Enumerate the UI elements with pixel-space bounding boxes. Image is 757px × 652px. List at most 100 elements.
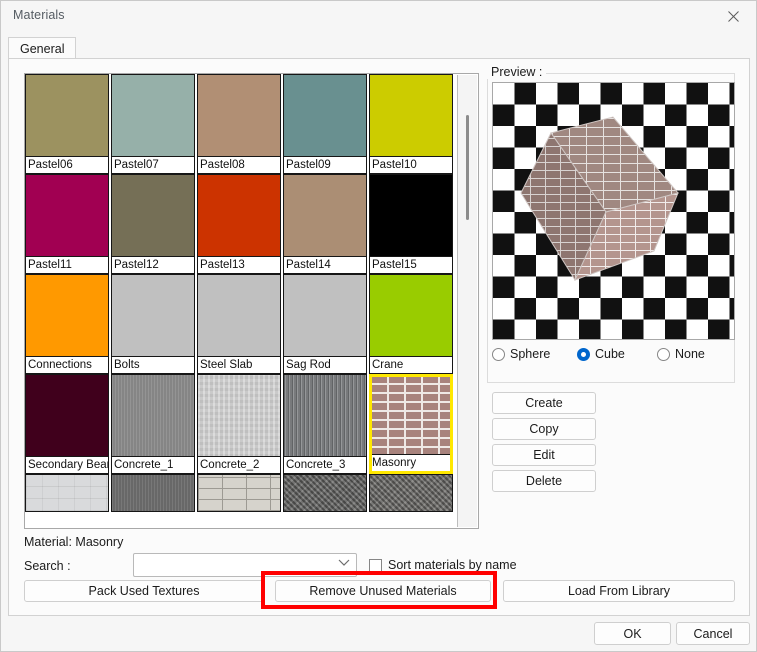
- material-tile[interactable]: Crane: [369, 274, 453, 374]
- material-tile[interactable]: Steel Slab: [197, 274, 281, 374]
- material-swatch: [112, 275, 194, 357]
- cancel-button[interactable]: Cancel: [676, 622, 750, 645]
- chevron-down-icon[interactable]: [338, 558, 350, 570]
- material-swatch: [284, 275, 366, 357]
- pack-used-textures-label: Pack Used Textures: [89, 584, 200, 598]
- material-swatch: [26, 75, 108, 157]
- preview-canvas: [492, 82, 735, 340]
- material-tile[interactable]: Concrete_2: [197, 374, 281, 474]
- load-from-library-button[interactable]: Load From Library: [503, 580, 735, 602]
- material-tile-label: Masonry: [370, 454, 452, 471]
- radio-cube[interactable]: Cube: [577, 347, 625, 361]
- material-swatch: [284, 75, 366, 157]
- delete-button[interactable]: Delete: [492, 470, 596, 492]
- material-tile[interactable]: [197, 474, 281, 512]
- material-swatch: [284, 375, 366, 457]
- material-tile[interactable]: Secondary Beam: [25, 374, 109, 474]
- material-tile-label: Concrete_2: [198, 456, 280, 473]
- material-tile[interactable]: Pastel10: [369, 74, 453, 174]
- material-swatch: [370, 75, 452, 157]
- material-tile[interactable]: Masonry: [369, 374, 453, 474]
- tab-general[interactable]: General: [8, 37, 76, 59]
- ok-button[interactable]: OK: [594, 622, 671, 645]
- material-swatch: [26, 175, 108, 257]
- radio-none[interactable]: None: [657, 347, 705, 361]
- radio-cube-label: Cube: [595, 347, 625, 361]
- grid-scrollbar-thumb[interactable]: [466, 115, 469, 220]
- copy-button-label: Copy: [529, 422, 558, 436]
- material-tile[interactable]: Bolts: [111, 274, 195, 374]
- material-tile[interactable]: [25, 474, 109, 512]
- material-tile-label: Pastel15: [370, 256, 452, 273]
- sort-materials-checkbox[interactable]: Sort materials by name: [369, 558, 517, 572]
- radio-none-label: None: [675, 347, 705, 361]
- material-tile[interactable]: Pastel09: [283, 74, 367, 174]
- material-tile[interactable]: Pastel06: [25, 74, 109, 174]
- material-tile[interactable]: Pastel11: [25, 174, 109, 274]
- material-tile-label: Pastel12: [112, 256, 194, 273]
- material-tile[interactable]: Pastel07: [111, 74, 195, 174]
- material-swatch: [198, 275, 280, 357]
- material-swatch: [370, 275, 452, 357]
- material-swatch: [370, 475, 452, 511]
- material-swatch: [198, 375, 280, 457]
- material-tile-label: Secondary Beam: [26, 456, 108, 473]
- radio-none-dot[interactable]: [657, 348, 670, 361]
- material-tile[interactable]: [283, 474, 367, 512]
- radio-sphere-label: Sphere: [510, 347, 550, 361]
- general-tab-panel: Pastel06Pastel07Pastel08Pastel09Pastel10…: [8, 58, 750, 616]
- material-tile-label: Pastel08: [198, 156, 280, 173]
- edit-button[interactable]: Edit: [492, 444, 596, 466]
- radio-sphere-dot[interactable]: [492, 348, 505, 361]
- material-swatch: [112, 175, 194, 257]
- window-title: Materials: [13, 8, 65, 22]
- material-swatch: [198, 475, 280, 511]
- material-tile[interactable]: Sag Rod: [283, 274, 367, 374]
- edit-button-label: Edit: [533, 448, 555, 462]
- title-bar: Materials: [1, 1, 756, 32]
- material-tile[interactable]: Pastel14: [283, 174, 367, 274]
- material-tile[interactable]: Concrete_1: [111, 374, 195, 474]
- material-tile[interactable]: Pastel08: [197, 74, 281, 174]
- radio-cube-dot[interactable]: [577, 348, 590, 361]
- material-swatch: [112, 75, 194, 157]
- material-tile[interactable]: Pastel12: [111, 174, 195, 274]
- material-tile-label: Pastel09: [284, 156, 366, 173]
- ok-button-label: OK: [623, 627, 641, 641]
- copy-button[interactable]: Copy: [492, 418, 596, 440]
- material-tile[interactable]: Connections: [25, 274, 109, 374]
- pack-used-textures-button[interactable]: Pack Used Textures: [24, 580, 264, 602]
- material-tile-label: Pastel10: [370, 156, 452, 173]
- material-swatch: [26, 275, 108, 357]
- material-tile-label: Sag Rod: [284, 356, 366, 373]
- sort-materials-checkbox-box[interactable]: [369, 559, 382, 572]
- search-combobox[interactable]: [133, 553, 357, 577]
- material-tile-label: Pastel13: [198, 256, 280, 273]
- radio-sphere[interactable]: Sphere: [492, 347, 550, 361]
- tab-strip: General: [8, 37, 750, 59]
- cancel-button-label: Cancel: [694, 627, 733, 641]
- material-tile[interactable]: Concrete_3: [283, 374, 367, 474]
- tab-general-label: General: [20, 42, 64, 56]
- material-tile-label: Connections: [26, 356, 108, 373]
- material-grid[interactable]: Pastel06Pastel07Pastel08Pastel09Pastel10…: [24, 73, 479, 529]
- material-tile-label: Concrete_1: [112, 456, 194, 473]
- grid-vertical-scrollbar[interactable]: [457, 75, 477, 527]
- material-tile-label: Crane: [370, 356, 452, 373]
- material-tile[interactable]: [111, 474, 195, 512]
- material-tile[interactable]: Pastel13: [197, 174, 281, 274]
- preview-shape-radio-group: Sphere Cube None: [492, 347, 735, 367]
- material-tile[interactable]: Pastel15: [369, 174, 453, 274]
- create-button-label: Create: [525, 396, 563, 410]
- material-swatch: [284, 175, 366, 257]
- material-tile[interactable]: [369, 474, 453, 512]
- search-input[interactable]: [138, 554, 337, 578]
- load-from-library-label: Load From Library: [568, 584, 670, 598]
- create-button[interactable]: Create: [492, 392, 596, 414]
- cube-preview: [493, 83, 734, 339]
- material-tile-label: Concrete_3: [284, 456, 366, 473]
- close-icon[interactable]: [710, 1, 756, 32]
- material-tile-label: Pastel06: [26, 156, 108, 173]
- remove-unused-materials-button[interactable]: Remove Unused Materials: [275, 580, 491, 602]
- material-swatch: [198, 175, 280, 257]
